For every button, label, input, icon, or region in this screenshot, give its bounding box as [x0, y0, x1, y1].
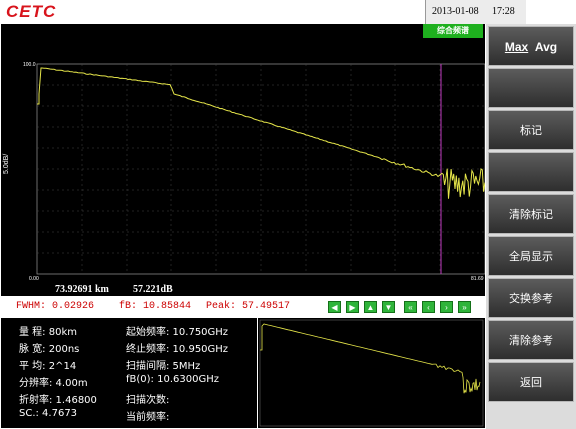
x-right-tick: 81.69 — [471, 276, 484, 282]
datetime-display: 2013-01-08 17:28 — [425, 0, 526, 24]
up-arrow-button[interactable]: ▲ — [364, 301, 377, 313]
back-button[interactable]: 返回 — [488, 362, 574, 402]
full-display-button[interactable]: 全局显示 — [488, 236, 574, 276]
blank-softkey-1[interactable] — [488, 68, 574, 108]
peak-readout: Peak: 57.49517 — [206, 301, 291, 312]
param-pulse: 脉 宽: 200ns — [19, 344, 80, 355]
param-average: 平 均: 2^14 — [19, 361, 77, 372]
param-sc: SC.: 4.7673 — [19, 408, 78, 419]
step-left-icon: ‹ — [427, 303, 430, 312]
param-resolution: 分辨率: 4.00m — [19, 378, 88, 389]
avg-label: Avg — [534, 40, 558, 54]
trace-plot: 100.0 0.00 81.69 — [23, 62, 485, 282]
right-arrow-icon: ▶ — [349, 303, 356, 312]
step-left-button[interactable]: ‹ — [422, 301, 435, 313]
overview-thumbnail[interactable] — [258, 318, 485, 428]
x-left-tick: 0.00 — [29, 276, 39, 282]
param-scan-count: 扫描次数: — [126, 395, 170, 406]
left-arrow-button[interactable]: ◀ — [328, 301, 341, 313]
param-stop-freq: 终止频率: 10.950GHz — [126, 344, 229, 355]
param-start-freq: 起始频率: 10.750GHz — [126, 327, 229, 338]
fast-right-button[interactable]: » — [458, 301, 471, 313]
fast-left-icon: « — [408, 303, 413, 312]
y-axis-label: 5.0dB/ — [3, 153, 10, 174]
left-arrow-icon: ◀ — [331, 303, 338, 312]
right-arrow-button[interactable]: ▶ — [346, 301, 359, 313]
param-scan-step: 扫描间隔: 5MHz — [126, 361, 201, 372]
trace-display[interactable]: 综合频谱 100.0 0.00 81.69 5.0dB/ 73.92691 km… — [1, 24, 485, 296]
clear-reference-button[interactable]: 清除参考 — [488, 320, 574, 360]
fwhm-readout: FWHM: 0.02926 — [16, 301, 95, 312]
marker-distance: 73.92691 km — [55, 284, 109, 295]
up-arrow-icon: ▲ — [366, 303, 375, 312]
y-top-tick: 100.0 — [23, 62, 36, 68]
param-fb0: fB(0): 10.6300GHz — [126, 374, 219, 385]
param-refraction: 折射率: 1.46800 — [19, 395, 97, 406]
top-bar: CETC 2013-01-08 17:28 — [0, 0, 576, 24]
max-label: Max — [504, 40, 529, 54]
marker-button[interactable]: 标记 — [488, 110, 574, 150]
time-text: 17:28 — [492, 6, 515, 17]
down-arrow-button[interactable]: ▼ — [382, 301, 395, 313]
parameter-panel: 量 程: 80km 脉 宽: 200ns 平 均: 2^14 分辨率: 4.00… — [1, 318, 257, 428]
param-current-freq: 当前频率: — [126, 412, 170, 423]
brand-logo: CETC — [6, 2, 57, 21]
marker-level: 57.221dB — [133, 284, 173, 295]
max-avg-button[interactable]: Max Avg — [488, 26, 574, 66]
overview-plot — [259, 319, 484, 427]
softkey-panel: Max Avg 标记 清除标记 全局显示 交换参考 清除参考 返回 — [486, 24, 576, 429]
blank-softkey-2[interactable] — [488, 152, 574, 192]
info-bar: FWHM: 0.02926 fB: 10.85844 Peak: 57.4951… — [1, 297, 485, 317]
fast-left-button[interactable]: « — [404, 301, 417, 313]
step-right-button[interactable]: › — [440, 301, 453, 313]
overview-trace-line — [260, 323, 481, 394]
date-text: 2013-01-08 — [432, 6, 479, 17]
step-right-icon: › — [445, 303, 448, 312]
fb-readout: fB: 10.85844 — [119, 301, 192, 312]
swap-reference-button[interactable]: 交换参考 — [488, 278, 574, 318]
down-arrow-icon: ▼ — [384, 303, 393, 312]
fast-right-icon: » — [462, 303, 467, 312]
clear-marker-button[interactable]: 清除标记 — [488, 194, 574, 234]
param-range: 量 程: 80km — [19, 327, 77, 338]
